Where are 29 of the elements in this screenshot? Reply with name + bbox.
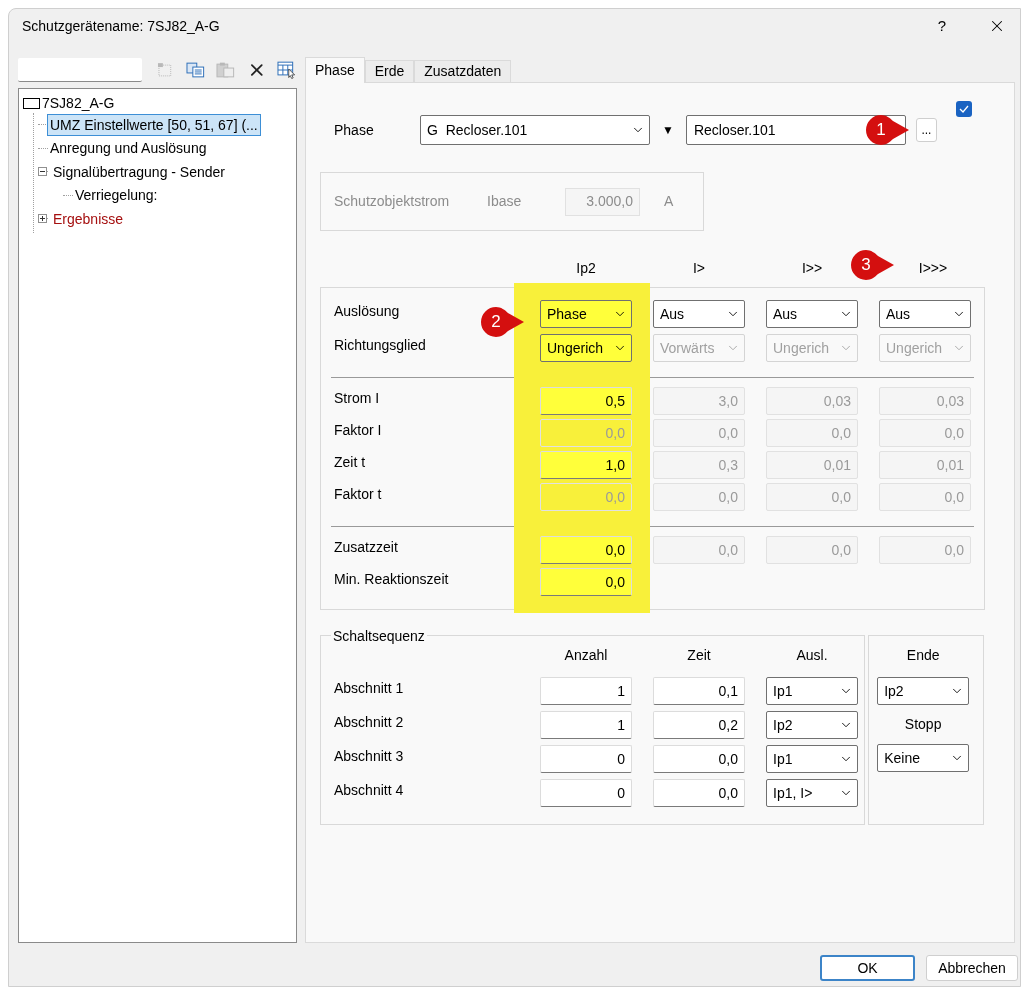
column-header: I> bbox=[692, 259, 706, 278]
field-label: Phase bbox=[334, 120, 375, 140]
field-label: Ibase bbox=[487, 192, 523, 211]
callout-tooltip: 1 bbox=[863, 113, 910, 147]
row-label: Min. Reaktionszeit bbox=[334, 569, 449, 589]
column-header: Zeit bbox=[687, 646, 711, 665]
row-label: Faktor I bbox=[334, 420, 382, 440]
column-header: I>> bbox=[801, 259, 823, 278]
column-header: I>>> bbox=[918, 259, 948, 278]
column-header: Ende bbox=[906, 646, 940, 665]
callout-tooltip: 3 bbox=[849, 248, 895, 282]
row-label: Zusatzzeit bbox=[334, 537, 398, 557]
column-header: Anzahl bbox=[564, 646, 608, 665]
row-label: Zeit t bbox=[334, 452, 366, 472]
row-label: Strom I bbox=[334, 388, 380, 408]
row-label: Abschnitt 2 bbox=[333, 712, 405, 732]
row-label: Abschnitt 3 bbox=[333, 746, 405, 766]
row-label: Richtungsglied bbox=[334, 335, 426, 355]
field-label: Schutzobjektstrom bbox=[334, 192, 451, 211]
row-label: Abschnitt 4 bbox=[333, 780, 405, 800]
column-header: Ausl. bbox=[796, 646, 828, 665]
window-title: Schutzgerätename: 7SJ82_A-G bbox=[22, 16, 221, 36]
callout-tooltip: 2 bbox=[479, 305, 525, 339]
column-header: Ip2 bbox=[576, 259, 596, 278]
field-label: Stopp bbox=[904, 715, 942, 734]
row-label: Auslösung bbox=[334, 301, 400, 321]
unit-label: A bbox=[664, 192, 674, 211]
row-label: Abschnitt 1 bbox=[333, 678, 405, 698]
row-label: Faktor t bbox=[334, 484, 382, 504]
